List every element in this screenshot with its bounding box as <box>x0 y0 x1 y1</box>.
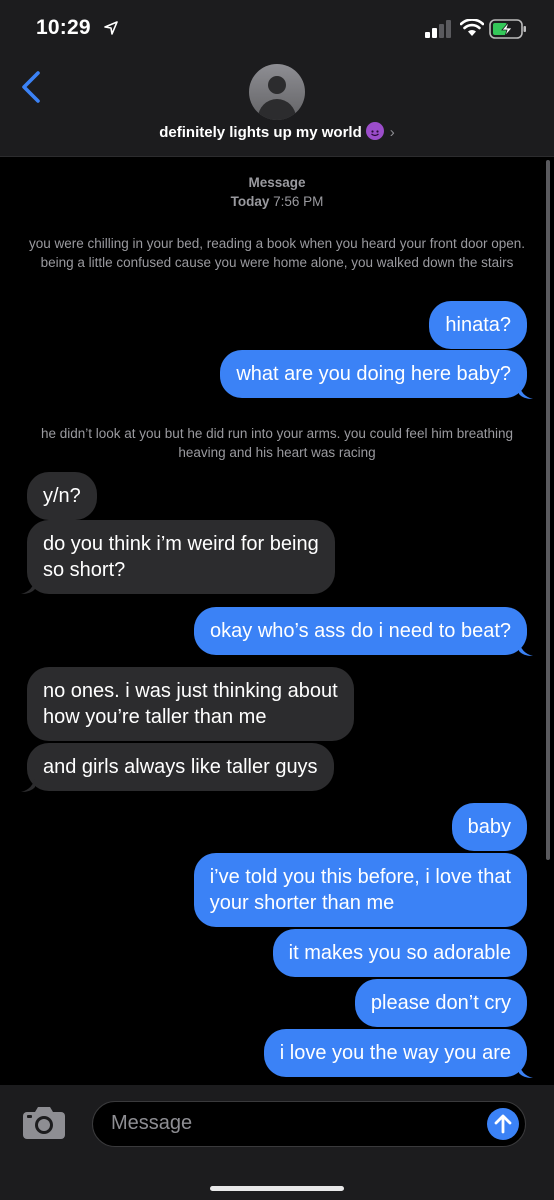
service-label: Message <box>248 175 306 190</box>
chevron-right-icon: › <box>389 124 395 141</box>
message-thread[interactable]: Message Today 7:56 PM you were chilling … <box>0 157 554 1085</box>
incoming-message[interactable]: and girls always like taller guys <box>27 743 334 791</box>
message-line: no ones. i was just thinking about <box>43 680 338 702</box>
devil-emoji-icon <box>365 122 384 140</box>
bubble-tail-out <box>519 641 533 656</box>
send-button[interactable] <box>487 1108 519 1140</box>
outgoing-message[interactable]: okay who’s ass do i need to beat? <box>194 607 527 655</box>
input-bar: Message <box>0 1085 554 1200</box>
cellular-signal-icon <box>425 20 451 38</box>
time-label: 7:56 PM <box>273 194 324 209</box>
narration-text-1: you were chilling in your bed, reading a… <box>28 236 526 270</box>
contact-name-row[interactable]: definitely lights up my world › <box>0 122 554 141</box>
incoming-message[interactable]: no ones. i was just thinking about how y… <box>27 667 354 741</box>
scrollbar[interactable] <box>546 160 550 860</box>
wifi-icon <box>460 19 484 36</box>
contact-name: definitely lights up my world <box>159 124 362 141</box>
incoming-message[interactable]: y/n? <box>27 472 97 520</box>
incoming-message[interactable]: do you think i’m weird for being so shor… <box>27 520 335 594</box>
outgoing-message[interactable]: i love you the way you are <box>263 1029 527 1077</box>
location-arrow-icon <box>104 21 118 35</box>
outgoing-message[interactable]: it makes you so adorable <box>272 929 527 977</box>
bubble-tail-out <box>519 384 533 399</box>
arrow-up-icon <box>494 1114 512 1134</box>
message-placeholder: Message <box>111 1112 193 1134</box>
outgoing-message[interactable]: please don’t cry <box>354 979 527 1027</box>
message-line: your shorter than me <box>209 892 395 914</box>
outgoing-message[interactable]: baby <box>451 803 527 851</box>
outgoing-message[interactable]: what are you doing here baby? <box>220 350 527 398</box>
outgoing-message[interactable]: i’ve told you this before, i love that y… <box>193 853 527 927</box>
message-line: how you’re taller than me <box>43 706 267 728</box>
conversation-header: definitely lights up my world › <box>0 56 554 157</box>
status-bar: 10:29 <box>0 0 554 56</box>
narration-text-2: he didn’t look at you but he did run int… <box>40 426 514 460</box>
bubble-tail-in <box>21 777 35 792</box>
date-label: Today <box>230 194 270 209</box>
message-line: so short? <box>43 559 126 581</box>
thread-meta: Message Today 7:56 PM <box>0 173 554 211</box>
message-line: do you think i’m weird for being <box>43 533 319 555</box>
bubble-tail-in <box>21 579 35 594</box>
home-indicator[interactable] <box>210 1186 344 1191</box>
camera-icon[interactable] <box>22 1106 66 1140</box>
status-time: 10:29 <box>36 16 91 39</box>
battery-charging-icon <box>489 19 526 39</box>
contact-avatar[interactable] <box>249 64 305 120</box>
bubble-tail-out <box>519 1063 533 1078</box>
back-chevron-icon[interactable] <box>18 70 46 104</box>
message-line: i’ve told you this before, i love that <box>209 866 511 888</box>
outgoing-message[interactable]: hinata? <box>429 301 527 349</box>
message-input[interactable]: Message <box>92 1101 526 1147</box>
